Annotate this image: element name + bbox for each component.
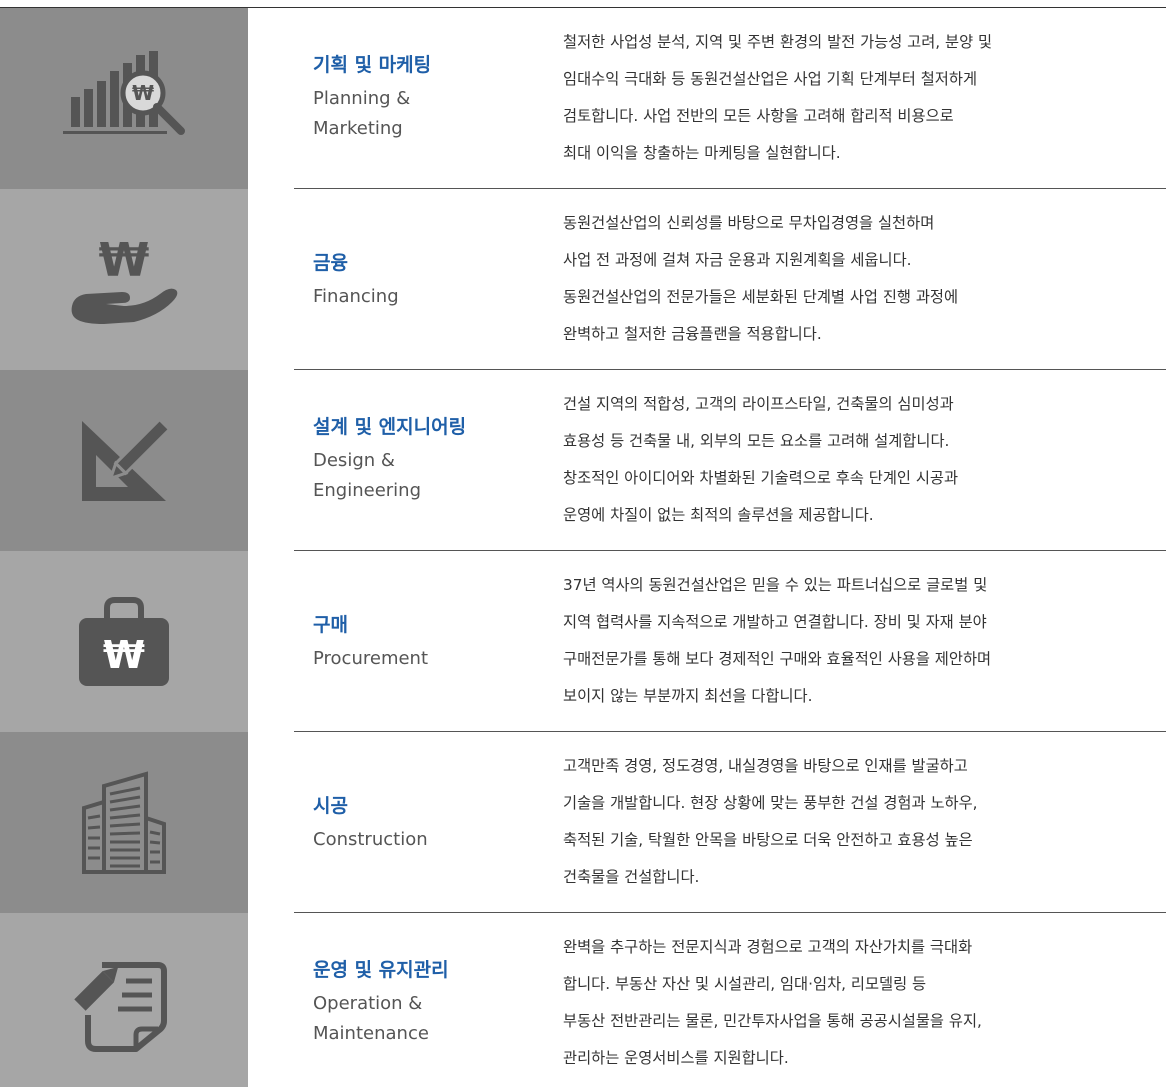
service-title-ko: 운영 및 유지관리 <box>313 959 449 981</box>
service-item-construction: 시공 Construction 고객만족 경영, 정도경영, 내실경영을 바탕으… <box>0 732 1166 913</box>
service-title-ko: 설계 및 엔지니어링 <box>313 416 467 438</box>
svg-text:₩: ₩ <box>132 81 154 105</box>
icon-panel <box>0 732 248 913</box>
service-title: 시공 Construction <box>313 793 543 855</box>
service-title: 금융 Financing <box>313 250 543 312</box>
service-title: 구매 Procurement <box>313 612 543 674</box>
chart-magnifier-icon: ₩ <box>63 50 185 135</box>
icon-panel: ₩ <box>0 8 248 189</box>
service-item-operation: 운영 및 유지관리 Operation & Maintenance 완벽을 추구… <box>0 913 1166 1087</box>
service-description: 37년 역사의 동원건설산업은 믿을 수 있는 파트너십으로 글로벌 및 지역 … <box>563 576 992 705</box>
service-description: 동원건설산업의 신뢰성를 바탕으로 무차입경영을 실천하며 사업 전 과정에 걸… <box>563 214 959 343</box>
service-description: 고객만족 경영, 정도경영, 내실경영을 바탕으로 인재를 발굴하고 기술을 개… <box>563 757 978 886</box>
service-list: ₩ 기획 및 마케팅 Planning & Marketing 철저한 사업성 … <box>0 8 1166 1087</box>
service-title-en: Planning & Marketing <box>313 88 411 139</box>
buildings-icon <box>82 770 166 874</box>
service-item-financing: ₩ 금융 Financing 동원건설산업의 신뢰성를 바탕으로 무차입경영을 … <box>0 189 1166 370</box>
service-item-planning: ₩ 기획 및 마케팅 Planning & Marketing 철저한 사업성 … <box>0 8 1166 189</box>
won-hand-icon: ₩ <box>71 233 178 324</box>
service-title-ko: 구매 <box>313 614 348 636</box>
icon-panel <box>0 913 248 1087</box>
service-title-ko: 기획 및 마케팅 <box>313 54 432 76</box>
service-description: 철저한 사업성 분석, 지역 및 주변 환경의 발전 가능성 고려, 분양 및 … <box>563 33 993 162</box>
icon-panel: ₩ <box>0 551 248 732</box>
icon-panel: ₩ <box>0 189 248 370</box>
service-title-en: Procurement <box>313 648 429 669</box>
service-title: 기획 및 마케팅 Planning & Marketing <box>313 52 543 144</box>
service-item-design: 설계 및 엔지니어링 Design & Engineering 건설 지역의 적… <box>0 370 1166 551</box>
service-title-en: Design & Engineering <box>313 450 421 501</box>
service-title-ko: 금융 <box>313 252 348 274</box>
service-description: 완벽을 추구하는 전문지식과 경험으로 고객의 자산가치를 극대화 합니다. 부… <box>563 938 982 1067</box>
svg-text:₩: ₩ <box>103 633 145 677</box>
triangle-ruler-pencil-icon <box>82 416 172 501</box>
service-description: 건설 지역의 적합성, 고객의 라이프스타일, 건축물의 심미성과 효용성 등 … <box>563 395 959 524</box>
icon-panel <box>0 370 248 551</box>
service-title-en: Construction <box>313 829 428 850</box>
service-title: 설계 및 엔지니어링 Design & Engineering <box>313 414 543 506</box>
svg-text:₩: ₩ <box>99 233 150 287</box>
service-item-procurement: ₩ 구매 Procurement 37년 역사의 동원건설산업은 믿을 수 있는… <box>0 551 1166 732</box>
service-title-en: Financing <box>313 286 399 307</box>
service-title-ko: 시공 <box>313 795 348 817</box>
document-pen-icon <box>74 962 167 1052</box>
service-title: 운영 및 유지관리 Operation & Maintenance <box>313 957 543 1049</box>
won-bag-icon: ₩ <box>79 596 169 686</box>
service-title-en: Operation & Maintenance <box>313 993 429 1044</box>
